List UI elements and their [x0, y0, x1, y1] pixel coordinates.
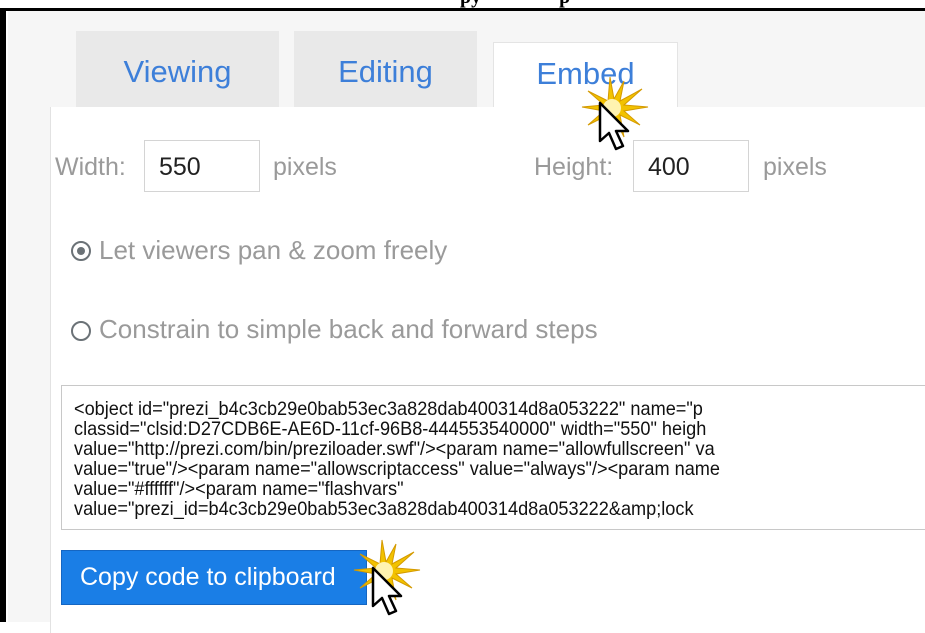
copy-code-button[interactable]: Copy code to clipboard: [61, 550, 367, 605]
heading-fragment-right: p: [559, 0, 570, 8]
code-line: value="prezi_id=b4c3cb29e0bab53ec3a828da…: [74, 498, 694, 520]
frame-border-left: [0, 8, 6, 622]
tab-editing[interactable]: Editing: [294, 31, 477, 107]
embed-code-textarea[interactable]: <object id="prezi_b4c3cb29e0bab53ec3a828…: [61, 385, 925, 530]
option-pan-zoom-label[interactable]: Let viewers pan & zoom freely: [99, 235, 447, 266]
radio-pan-zoom[interactable]: [71, 241, 91, 261]
radio-selected-dot: [77, 247, 85, 255]
width-input[interactable]: 550: [144, 140, 260, 192]
tab-embed[interactable]: Embed: [493, 42, 678, 109]
share-panel: Viewing Editing Embed Width: 550 pixels …: [8, 11, 925, 633]
tab-viewing[interactable]: Viewing: [76, 31, 279, 107]
heading-fragment-left: py: [460, 0, 481, 8]
height-input[interactable]: 400: [633, 140, 749, 192]
height-unit: pixels: [763, 153, 827, 181]
option-constrain-steps-label[interactable]: Constrain to simple back and forward ste…: [99, 314, 598, 345]
width-label: Width:: [55, 153, 126, 181]
width-unit: pixels: [273, 153, 337, 181]
height-label: Height:: [534, 153, 614, 181]
top-strip: py p: [0, 0, 925, 8]
radio-constrain-steps[interactable]: [71, 321, 91, 341]
